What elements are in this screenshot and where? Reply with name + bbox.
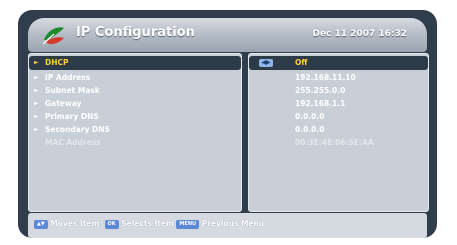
field-value: 192.168.1.1 bbox=[295, 99, 346, 108]
chevron-right-icon: ► bbox=[34, 126, 39, 133]
datetime-display: Dec 11 2007 16:32 bbox=[312, 29, 407, 39]
field-label-panel: ► DHCP ► IP Address ► Subnet Mask ► Gate… bbox=[28, 53, 242, 212]
ok-key-icon: OK bbox=[104, 220, 119, 229]
field-row-secondary-dns[interactable]: ► Secondary DNS bbox=[29, 123, 241, 137]
help-text: ▲▼ Moves Item OK Selects Item MENU Previ… bbox=[34, 219, 264, 229]
left-right-arrow-icon: ◀▶ bbox=[259, 59, 273, 67]
help-move: Moves Item bbox=[50, 219, 100, 228]
chevron-right-icon: ► bbox=[34, 113, 39, 120]
field-label: Secondary DNS bbox=[45, 125, 110, 134]
value-row-secondary-dns[interactable]: 0.0.0.0 bbox=[249, 123, 428, 137]
help-select: Selects Item bbox=[121, 219, 174, 228]
value-row-primary-dns[interactable]: 0.0.0.0 bbox=[249, 110, 428, 124]
field-value: 192.168.11.10 bbox=[295, 73, 356, 82]
title-bar: IP Configuration Dec 11 2007 16:32 bbox=[28, 18, 427, 52]
field-value-panel: ◀▶ Off 192.168.11.10 255.255.0.0 192.168… bbox=[248, 53, 429, 212]
help-bar: ▲▼ Moves Item OK Selects Item MENU Previ… bbox=[28, 213, 427, 238]
field-label: Gateway bbox=[45, 99, 82, 108]
field-label: Subnet Mask bbox=[45, 86, 100, 95]
field-label: MAC Address bbox=[45, 138, 101, 147]
field-row-primary-dns[interactable]: ► Primary DNS bbox=[29, 110, 241, 124]
field-value: 0.0.0.0 bbox=[295, 125, 325, 134]
field-label: IP Address bbox=[45, 73, 91, 82]
leaf-logo-icon bbox=[42, 27, 64, 45]
field-row-ip-address[interactable]: ► IP Address bbox=[29, 71, 241, 85]
field-row-subnet-mask[interactable]: ► Subnet Mask bbox=[29, 84, 241, 98]
chevron-right-icon: ► bbox=[34, 59, 39, 66]
field-label: DHCP bbox=[45, 58, 69, 67]
field-value: Off bbox=[295, 58, 308, 67]
up-down-key-icon: ▲▼ bbox=[34, 220, 48, 229]
field-label: Primary DNS bbox=[45, 112, 99, 121]
value-row-mac-address: 00:3E:4E:06:5E:AA bbox=[249, 136, 428, 150]
value-row-dhcp[interactable]: ◀▶ Off bbox=[249, 56, 428, 70]
menu-key-icon: MENU bbox=[176, 220, 200, 229]
field-row-mac-address: MAC Address bbox=[29, 136, 241, 150]
field-row-dhcp[interactable]: ► DHCP bbox=[29, 56, 241, 70]
field-row-gateway[interactable]: ► Gateway bbox=[29, 97, 241, 111]
field-value: 255.255.0.0 bbox=[295, 86, 346, 95]
help-previous: Previous Menu bbox=[201, 219, 265, 228]
value-row-subnet-mask[interactable]: 255.255.0.0 bbox=[249, 84, 428, 98]
field-value: 0.0.0.0 bbox=[295, 112, 325, 121]
value-row-gateway[interactable]: 192.168.1.1 bbox=[249, 97, 428, 111]
chevron-right-icon: ► bbox=[34, 87, 39, 94]
page-title: IP Configuration bbox=[76, 25, 195, 40]
value-row-ip-address[interactable]: 192.168.11.10 bbox=[249, 71, 428, 85]
chevron-right-icon: ► bbox=[34, 74, 39, 81]
chevron-right-icon: ► bbox=[34, 100, 39, 107]
field-value: 00:3E:4E:06:5E:AA bbox=[295, 138, 374, 147]
tv-screen: IP Configuration Dec 11 2007 16:32 ► DHC… bbox=[18, 10, 437, 238]
